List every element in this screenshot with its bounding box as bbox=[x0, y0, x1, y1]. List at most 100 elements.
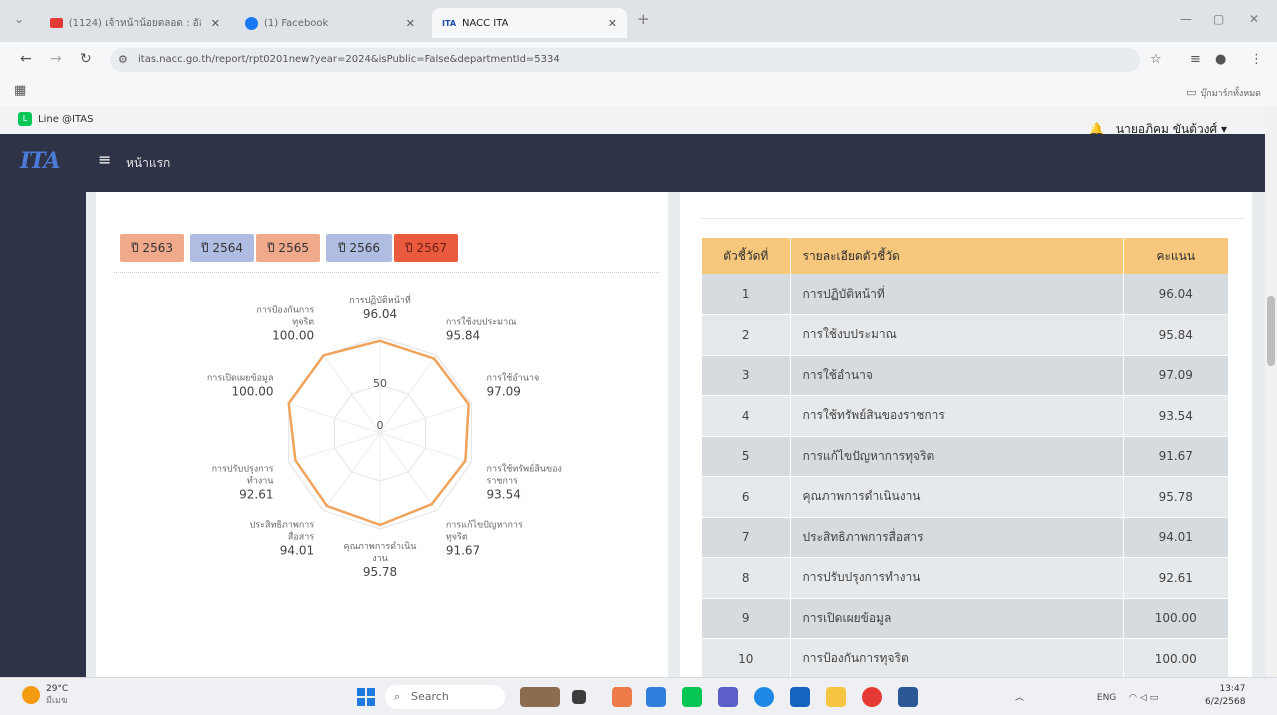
windows-start-icon[interactable] bbox=[357, 688, 375, 706]
close-icon[interactable]: ✕ bbox=[406, 17, 415, 30]
clock[interactable]: 13:47 6/2/2568 bbox=[1205, 683, 1245, 709]
page-scrollbar[interactable] bbox=[1265, 106, 1277, 677]
table-row: 10 การป้องกันการทุจริต 100.00 bbox=[702, 638, 1229, 680]
wifi-icon[interactable]: ◠ bbox=[1129, 693, 1137, 703]
new-tab-button[interactable]: + bbox=[637, 10, 650, 28]
scrollbar-thumb[interactable] bbox=[1267, 296, 1275, 366]
widget-image-icon[interactable] bbox=[520, 687, 560, 707]
site-info-icon[interactable]: ⚙ bbox=[118, 48, 128, 72]
divider bbox=[700, 218, 1245, 219]
minimize-button[interactable]: — bbox=[1180, 12, 1192, 26]
radar-value-label: 95.78 bbox=[363, 565, 397, 579]
table-row: 1 การปฏิบัติหน้าที่ 96.04 bbox=[702, 274, 1229, 315]
home-link[interactable]: หน้าแรก bbox=[126, 154, 170, 173]
radar-value-label: 96.04 bbox=[363, 307, 397, 321]
line-app-icon[interactable] bbox=[682, 687, 702, 707]
taskbar: 29°C มีเมฆ ⌕ Search ︿ ENG ◠ ◁ ▭ 13:47 6/… bbox=[0, 677, 1277, 715]
table-row: 2 การใช้งบประมาณ 95.84 bbox=[702, 314, 1229, 356]
cell-indicator-detail: การใช้ทรัพย์สินของราชการ bbox=[790, 395, 1124, 437]
volume-icon[interactable]: ◁ bbox=[1140, 693, 1147, 703]
cell-indicator-no: 6 bbox=[702, 476, 791, 518]
cell-score: 96.04 bbox=[1123, 274, 1229, 315]
line-link[interactable]: L Line @ITAS bbox=[18, 112, 94, 126]
cell-indicator-no: 1 bbox=[702, 274, 791, 315]
radar-axis-label-line: ทุจริต bbox=[446, 532, 468, 543]
table-row: 4 การใช้ทรัพย์สินของราชการ 93.54 bbox=[702, 395, 1229, 437]
cell-score: 97.09 bbox=[1123, 355, 1229, 396]
cell-score: 91.67 bbox=[1123, 436, 1229, 477]
store-icon[interactable] bbox=[646, 687, 666, 707]
all-bookmarks-folder[interactable]: ▭ บุ๊กมาร์กทั้งหมด bbox=[1186, 86, 1261, 100]
system-tray[interactable]: ︿ ENG ◠ ◁ ▭ bbox=[1015, 690, 1158, 703]
cell-score: 94.01 bbox=[1123, 517, 1229, 558]
close-icon[interactable]: ✕ bbox=[211, 17, 220, 30]
battery-icon[interactable]: ▭ bbox=[1150, 693, 1159, 703]
weather-icon bbox=[22, 686, 40, 704]
close-icon[interactable]: ✕ bbox=[608, 17, 617, 30]
weather-widget[interactable]: 29°C มีเมฆ bbox=[22, 683, 68, 707]
radar-axis-label: คุณภาพการดำเนินงาน 95.78 bbox=[344, 541, 417, 579]
radar-axis-label: การใช้งบประมาณ 95.84 bbox=[446, 316, 517, 342]
edge-icon[interactable] bbox=[754, 687, 774, 707]
apps-grid-icon[interactable]: ▦ bbox=[14, 83, 26, 98]
radar-axis-label-line: การเปิดเผยข้อมูล bbox=[207, 372, 274, 383]
back-icon[interactable]: ← bbox=[20, 51, 32, 67]
bookmark-star-icon[interactable]: ☆ bbox=[1150, 52, 1162, 67]
copilot-icon[interactable] bbox=[612, 687, 632, 707]
reload-icon[interactable]: ↻ bbox=[80, 51, 92, 67]
teams-icon[interactable] bbox=[718, 687, 738, 707]
maximize-button[interactable]: ▢ bbox=[1213, 12, 1224, 26]
radar-axis-label-line: ราชการ bbox=[487, 477, 518, 487]
facebook-icon bbox=[245, 16, 258, 30]
table-row: 6 คุณภาพการดำเนินงาน 95.78 bbox=[702, 476, 1229, 518]
taskbar-search[interactable]: ⌕ Search bbox=[385, 685, 505, 709]
address-bar[interactable]: ⚙ itas.nacc.go.th/report/rpt0201new?year… bbox=[110, 48, 1140, 72]
table-row: 7 ประสิทธิภาพการสื่อสาร 94.01 bbox=[702, 517, 1229, 558]
search-icon: ⌕ bbox=[394, 690, 401, 703]
outlook-icon[interactable] bbox=[790, 687, 810, 707]
file-explorer-icon[interactable] bbox=[826, 687, 846, 707]
radar-tick-label: 0 bbox=[377, 419, 384, 432]
radar-axis-label-line: ทุจริต bbox=[292, 316, 314, 327]
radar-axis-label: การปฏิบัติหน้าที่ 96.04 bbox=[349, 293, 411, 321]
tab-search-icon[interactable]: ⌄ bbox=[14, 12, 24, 26]
cell-indicator-detail: การปรับปรุงการทำงาน bbox=[790, 557, 1124, 599]
tab-facebook[interactable]: (1) Facebook ✕ bbox=[235, 8, 425, 38]
ita-logo[interactable]: ITA bbox=[20, 148, 61, 174]
radar-value-label: 97.09 bbox=[487, 384, 521, 398]
word-icon[interactable] bbox=[898, 687, 918, 707]
radar-axis-label-line: คุณภาพการดำเนิน bbox=[344, 541, 417, 552]
chevron-up-icon[interactable]: ︿ bbox=[1015, 693, 1024, 703]
header-indicator-no: ตัวชี้วัดที่ bbox=[702, 238, 791, 274]
radar-axis-label-line: ทำงาน bbox=[247, 476, 274, 487]
window-close-button[interactable]: ✕ bbox=[1249, 12, 1259, 26]
task-view-icon[interactable] bbox=[572, 690, 586, 704]
forward-icon[interactable]: → bbox=[50, 51, 62, 67]
cell-indicator-no: 10 bbox=[702, 638, 791, 680]
radar-axis-label-line: งาน bbox=[372, 554, 388, 564]
cell-score: 95.84 bbox=[1123, 314, 1229, 356]
reading-list-icon[interactable]: ≡ bbox=[1190, 52, 1201, 67]
radar-axis-label-line: ประสิทธิภาพการ bbox=[250, 520, 315, 531]
tab-youtube[interactable]: (1124) เจ้าหน้าน้อยตลอด : อัล... ✕ bbox=[40, 8, 230, 38]
cell-indicator-no: 7 bbox=[702, 517, 791, 558]
cell-indicator-no: 3 bbox=[702, 355, 791, 396]
cell-score: 92.61 bbox=[1123, 557, 1229, 599]
profile-avatar[interactable]: ● bbox=[1215, 52, 1226, 67]
radar-value-label: 93.54 bbox=[487, 488, 521, 502]
hamburger-menu-icon[interactable]: ≡ bbox=[98, 150, 111, 169]
radar-value-label: 92.61 bbox=[239, 488, 273, 502]
radar-spoke bbox=[323, 355, 381, 434]
folder-icon: ▭ bbox=[1186, 86, 1197, 99]
cell-indicator-detail: คุณภาพการดำเนินงาน bbox=[790, 476, 1124, 518]
menu-kebab-icon[interactable]: ⋮ bbox=[1250, 52, 1263, 67]
radar-axis-label-line: การแก้ไขปัญหาการ bbox=[446, 520, 523, 531]
cell-indicator-no: 2 bbox=[702, 314, 791, 356]
tab-nacc-ita[interactable]: ITA NACC ITA ✕ bbox=[432, 8, 627, 38]
radar-axis-label: การปรับปรุงการทำงาน 92.61 bbox=[212, 465, 274, 502]
language-indicator[interactable]: ENG bbox=[1097, 693, 1116, 703]
radar-tick-label: 50 bbox=[373, 377, 387, 390]
sidebar bbox=[0, 192, 86, 677]
chrome-icon[interactable] bbox=[862, 687, 882, 707]
radar-axis-label-line: การใช้อำนาจ bbox=[487, 372, 540, 383]
